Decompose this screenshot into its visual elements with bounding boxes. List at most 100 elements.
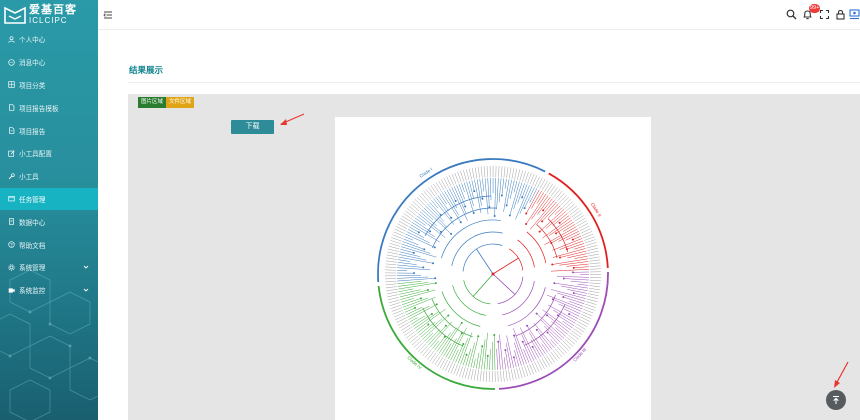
leaf-label-tick: [442, 359, 448, 370]
leaf-label-tick: [546, 354, 553, 365]
tree-branch: [482, 178, 485, 192]
leaf-label-tick: [417, 343, 426, 352]
sidebar-item-label: 项目报告: [19, 128, 46, 136]
sidebar-item-report-template[interactable]: 项目报告模板: [0, 96, 98, 119]
leaf-label-tick: [386, 291, 398, 295]
tree-inner-arc: [462, 243, 503, 272]
sidebar-item-message-center[interactable]: 消息中心: [0, 51, 98, 74]
leaf-label-tick: [516, 368, 520, 379]
tree-node: [426, 289, 429, 292]
leaf-label-tick: [586, 298, 598, 302]
tree-node: [493, 215, 496, 218]
lock-icon[interactable]: [835, 9, 846, 20]
sidebar-item-system-management[interactable]: 系统管理: [0, 256, 98, 279]
tree-branch: [471, 180, 475, 192]
circular-phylogenetic-tree: Clade IClade IIClade IIIClade IV: [377, 158, 609, 390]
tree-node: [521, 196, 524, 199]
sidebar-item-project-report[interactable]: 项目报告: [0, 119, 98, 142]
tree-node: [551, 263, 554, 266]
tree-branch: [540, 319, 563, 341]
leaf-label-tick: [407, 208, 416, 216]
leaf-label-tick: [539, 359, 545, 369]
leaf-label-tick: [541, 180, 548, 191]
leaf-label-tick: [586, 245, 598, 249]
tree-node: [465, 353, 468, 356]
leaf-label-tick: [469, 168, 472, 180]
sidebar-item-data-center[interactable]: 数据中心: [0, 210, 98, 233]
logo[interactable]: 爱基百客 ICLCIPC: [4, 4, 96, 26]
sidebar-item-tool-config[interactable]: 小工具配置: [0, 142, 98, 165]
tree-node: [521, 340, 524, 343]
sidebar-item-project-category[interactable]: 项目分类: [0, 74, 98, 97]
tree-branch: [426, 329, 440, 344]
tree-branch: [531, 191, 542, 209]
clade-outer-arc: [548, 172, 609, 269]
tree-branch: [544, 226, 577, 246]
tree-branch: [569, 313, 579, 319]
leaf-label-tick: [465, 367, 469, 379]
tree-branch: [563, 278, 589, 281]
tree-branch: [506, 179, 512, 206]
sidebar-item-personal-center[interactable]: 个人中心: [0, 28, 98, 51]
tree-node: [526, 324, 529, 327]
tree-branch: [468, 180, 474, 199]
clade-outer-arc: [377, 158, 546, 283]
tree-branch: [479, 178, 483, 199]
grid-icon: [7, 81, 15, 89]
leaf-label-tick: [425, 189, 434, 198]
leaf-label-tick: [410, 203, 420, 212]
tree-branch: [401, 243, 431, 254]
leaf-label-tick: [391, 237, 402, 242]
tree-branch: [445, 338, 457, 358]
leaf-label-tick: [437, 357, 444, 367]
search-icon[interactable]: [786, 9, 797, 20]
tree-branch: [414, 217, 426, 226]
tree-node: [481, 197, 484, 200]
sidebar-item-tools[interactable]: 小工具: [0, 165, 98, 188]
sidebar-item-help-docs[interactable]: 帮助文档: [0, 233, 98, 256]
tree-branch: [497, 341, 501, 370]
tree-branch: [554, 282, 588, 289]
tree-branch: [456, 185, 466, 207]
leaf-label-tick: [386, 289, 398, 292]
leaf-label-tick: [505, 370, 508, 382]
fullscreen-icon[interactable]: [819, 9, 830, 20]
leaf-label-tick: [485, 370, 488, 382]
leaf-label-tick: [559, 344, 567, 354]
tree-branch: [560, 285, 588, 292]
leaf-label-tick: [503, 166, 506, 178]
download-button[interactable]: 下载: [231, 120, 274, 134]
tree-branch: [514, 349, 520, 367]
user-profile-icon[interactable]: [849, 9, 860, 20]
sidebar-item-system-monitor[interactable]: 系统监控: [0, 279, 98, 302]
leaf-label-tick: [511, 369, 514, 381]
leaf-label-tick: [409, 335, 419, 344]
tree-branch: [461, 183, 465, 192]
leaf-label-tick: [544, 182, 551, 192]
tree-node: [434, 277, 437, 280]
chevron-down-icon: [83, 288, 89, 292]
tree-branch: [574, 245, 585, 250]
tree-node: [535, 312, 538, 315]
leaf-label-tick: [554, 348, 563, 358]
page-title: 结果展示: [129, 65, 164, 75]
document-icon: [7, 218, 15, 226]
tab-image-area[interactable]: 图片区域: [138, 97, 167, 108]
leaf-label-tick: [577, 321, 588, 328]
tree-branch: [513, 357, 517, 368]
leaf-label-tick: [407, 333, 417, 341]
back-to-top-button[interactable]: [826, 390, 846, 410]
leaf-label-tick: [509, 167, 512, 179]
tree-node: [535, 328, 538, 331]
tree-branch: [501, 178, 505, 196]
tree-node: [450, 216, 453, 219]
leaf-label-tick: [391, 307, 403, 312]
leaf-label-tick: [571, 210, 581, 218]
leaf-label-tick: [556, 346, 565, 356]
leaf-label-tick: [420, 345, 428, 354]
menu-collapse-icon[interactable]: [103, 10, 113, 20]
sidebar-menu: 个人中心 消息中心 项目分类 项目报告模板 项目报告 小工具配置 小工具 任务管…: [0, 28, 98, 302]
tab-file-area[interactable]: 文件区域: [166, 97, 195, 108]
tree-branch: [530, 339, 542, 358]
sidebar-item-task-management[interactable]: 任务管理: [0, 187, 98, 211]
